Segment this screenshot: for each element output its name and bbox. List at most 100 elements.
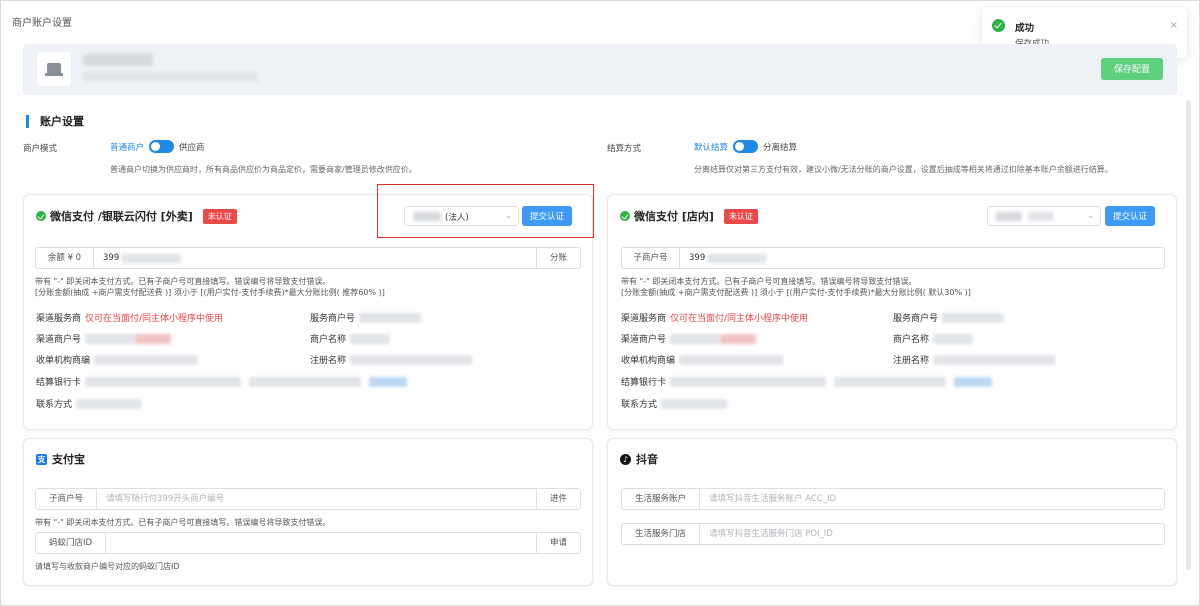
field-prefix: 生活服务账户 — [622, 489, 700, 509]
acq-row: 收单机构商编 — [621, 353, 784, 366]
store-note: 请填写与收款商户编号对应的蚂蚁门店ID — [35, 562, 180, 571]
value-redacted — [707, 253, 768, 263]
account-input[interactable]: 请填写抖音生活服务账户 ACC_ID — [700, 489, 1164, 509]
card-title-text: 微信支付 [店内] — [634, 210, 714, 223]
mode-hint: 普通商户切换为供应商时，所有商品供应价为商品定价，需要商家/管理员修改供应价。 — [110, 165, 417, 174]
value-redacted — [720, 333, 757, 344]
field-note: 带有 "-" 即关闭本支付方式。已有子商户号可直接填写。错误编号将导致支付错误。 — [621, 277, 917, 286]
ant-store-input[interactable] — [106, 533, 536, 553]
contact-label: 联系方式 — [621, 400, 658, 410]
douyin-account-field[interactable]: 生活服务账户 请填写抖音生活服务账户 ACC_ID — [621, 488, 1165, 510]
save-button[interactable]: 保存配置 — [1101, 58, 1163, 80]
settlement-switch[interactable] — [733, 140, 759, 153]
value-redacted — [661, 398, 728, 409]
douyin-icon: ♪ — [620, 453, 631, 465]
value-redacted — [350, 333, 391, 344]
section-heading: 账户设置 — [26, 115, 84, 128]
alipay-card: 支 支付宝 子商户号 请填写随行付399开头商户编号 进件 带有 "-" 即关闭… — [23, 438, 593, 586]
channel-row: 渠道服务商 仅可在当面付/同主体小程序中使用 — [36, 311, 223, 324]
reg-name-label: 注册名称 — [893, 356, 930, 366]
wechat-icon — [620, 211, 630, 221]
settlement-option-default[interactable]: 默认结算 — [694, 141, 728, 153]
settlement-option-separate[interactable]: 分离结算 — [763, 141, 797, 153]
value-redacted — [670, 376, 827, 387]
onboard-button[interactable]: 进件 — [536, 489, 580, 509]
mode-option-supplier[interactable]: 供应商 — [179, 141, 205, 153]
acq-label: 收单机构商编 — [621, 356, 676, 366]
value-redacted — [121, 253, 182, 263]
channel-label: 渠道服务商 — [36, 314, 82, 324]
page-title: 商户账户设置 — [12, 18, 72, 29]
value-redacted — [249, 376, 362, 387]
card-title-text: 抖音 — [636, 453, 658, 466]
value-redacted — [359, 312, 422, 323]
wx-store-card: 微信支付 [店内] 未认证 ⌄ 提交认证 子商户号 399 带有 "-" 即关闭… — [607, 194, 1177, 430]
value-redacted — [85, 376, 242, 387]
card-title-text: 支付宝 — [52, 453, 85, 466]
douyin-store-field[interactable]: 生活服务门店 请填写抖音生活服务门店 POI_ID — [621, 523, 1165, 545]
sub-merchant-input[interactable]: 请填写随行付399开头商户编号 — [97, 489, 536, 509]
channel-value: 仅可在当面付/同主体小程序中使用 — [85, 314, 224, 324]
alipay-sub-merchant-field[interactable]: 子商户号 请填写随行付399开头商户编号 进件 — [35, 488, 581, 510]
balance-field[interactable]: 余额 ¥ 0 399 分账 — [35, 247, 581, 269]
card-title: ♪ 抖音 — [620, 451, 658, 467]
legal-person-select[interactable]: ⌄ — [987, 206, 1101, 226]
value-redacted — [670, 333, 721, 344]
mode-option-normal[interactable]: 普通商户 — [110, 141, 144, 153]
channel-label: 渠道服务商 — [621, 314, 667, 324]
contact-row: 联系方式 — [36, 397, 143, 410]
ant-store-field[interactable]: 蚂蚁门店ID 申请 — [35, 532, 581, 554]
reg-name-row: 注册名称 — [310, 353, 473, 366]
value-redacted — [369, 376, 408, 387]
value-redacted — [834, 376, 947, 387]
mode-label: 商户模式 — [23, 144, 58, 154]
status-badge: 未认证 — [202, 208, 237, 224]
scrollbar[interactable] — [1186, 100, 1191, 570]
split-button[interactable]: 分账 — [536, 248, 580, 268]
bank-row: 结算银行卡 — [621, 375, 993, 388]
douyin-card: ♪ 抖音 生活服务账户 请填写抖音生活服务账户 ACC_ID 生活服务门店 请填… — [607, 438, 1177, 586]
merchant-name-label: 商户名称 — [310, 335, 347, 345]
store-input[interactable]: 请填写抖音生活服务门店 POI_ID — [700, 524, 1164, 544]
channel-value: 仅可在当面付/同主体小程序中使用 — [670, 314, 809, 324]
sub-merchant-field[interactable]: 子商户号 399 — [621, 247, 1165, 269]
bank-row: 结算银行卡 — [36, 375, 408, 388]
card-title: 支 支付宝 — [36, 451, 85, 467]
card-title: 微信支付 [店内] 未认证 — [620, 208, 758, 224]
value-redacted — [954, 376, 993, 387]
merchant-header — [23, 44, 1177, 95]
status-badge: 未认证 — [723, 208, 758, 224]
mode-switch[interactable] — [149, 140, 175, 153]
submit-auth-button[interactable]: 提交认证 — [1105, 206, 1155, 226]
highlight-annotation — [377, 184, 594, 238]
field-prefix: 余额 ¥ 0 — [36, 248, 94, 268]
bank-label: 结算银行卡 — [36, 378, 82, 388]
select-redacted — [996, 212, 1022, 221]
split-rule-note: [分账金额(抽成 +商户需支付配送费 )] 须小于 [(用户实付-支付手续费)*… — [621, 288, 971, 297]
merchant-name-label: 商户名称 — [893, 335, 930, 345]
service-no-row: 服务商户号 — [310, 311, 422, 324]
service-no-label: 服务商户号 — [310, 314, 356, 324]
merchant-name-redacted — [83, 54, 153, 66]
switch-knob — [151, 142, 161, 151]
channel-merchant-row: 渠道商户号 — [621, 332, 757, 345]
field-prefix: 生活服务门店 — [622, 524, 700, 544]
field-value[interactable]: 399 — [94, 248, 536, 268]
value-redacted — [679, 354, 784, 365]
chevron-down-icon: ⌄ — [1087, 211, 1094, 220]
value-redacted — [933, 333, 974, 344]
field-value[interactable]: 399 — [680, 248, 1164, 268]
contact-row: 联系方式 — [621, 397, 728, 410]
apply-button[interactable]: 申请 — [536, 533, 580, 553]
value-redacted — [85, 333, 136, 344]
close-icon[interactable]: × — [1170, 20, 1178, 31]
avatar — [37, 52, 71, 86]
settlement-toggle-group: 默认结算 分离结算 — [694, 140, 797, 153]
store-icon — [45, 63, 63, 76]
value-redacted — [933, 354, 1056, 365]
settlement-label: 结算方式 — [607, 144, 642, 154]
service-no-row: 服务商户号 — [893, 311, 1005, 324]
merchant-info-redacted — [83, 72, 258, 82]
select-redacted — [1028, 212, 1054, 221]
success-icon — [992, 19, 1005, 32]
